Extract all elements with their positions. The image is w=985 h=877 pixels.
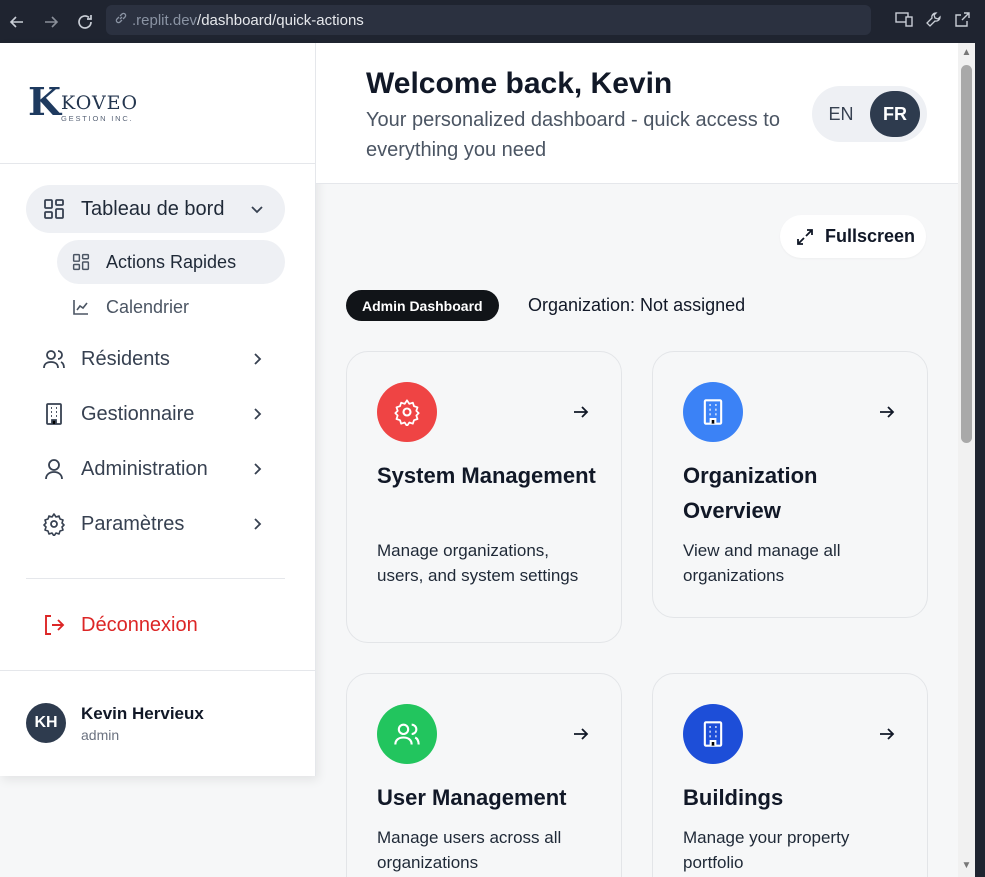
user-profile[interactable]: KH Kevin Hervieux admin xyxy=(26,703,204,743)
logo-subtitle: GESTION INC. xyxy=(61,114,134,123)
card-user-management[interactable]: User Management Manage users across all … xyxy=(346,673,622,877)
building-icon xyxy=(683,382,743,442)
chart-icon xyxy=(71,297,91,317)
avatar: KH xyxy=(26,703,66,743)
card-buildings[interactable]: Buildings Manage your property portfolio xyxy=(652,673,928,877)
address-bar[interactable]: .replit.dev/dashboard/quick-actions xyxy=(106,5,871,35)
logout-icon xyxy=(41,612,67,638)
card-title: Buildings xyxy=(683,785,784,810)
gear-icon xyxy=(41,511,67,537)
expand-icon xyxy=(795,227,815,247)
divider xyxy=(0,163,316,164)
nav-tableau-de-bord[interactable]: Tableau de bord xyxy=(26,185,285,233)
logo-letter: K xyxy=(28,79,61,124)
role-badge: Admin Dashboard xyxy=(346,290,499,321)
divider xyxy=(26,578,285,579)
scroll-down-icon[interactable]: ▼ xyxy=(961,861,972,871)
lang-en-button[interactable]: EN xyxy=(816,91,866,137)
arrow-right-icon xyxy=(574,406,589,418)
logout-button[interactable]: Déconnexion xyxy=(26,601,285,649)
nav-gestionnaire[interactable]: Gestionnaire xyxy=(26,390,285,438)
page-title: Welcome back, Kevin xyxy=(366,67,673,100)
user-name: Kevin Hervieux xyxy=(81,703,204,723)
dashboard-icon xyxy=(41,196,67,222)
nav-label: Gestionnaire xyxy=(81,402,195,425)
card-description: Manage organizations, users, and system … xyxy=(377,541,579,585)
scroll-up-icon[interactable]: ▲ xyxy=(961,48,972,58)
page-header: Welcome back, Kevin Your personalized da… xyxy=(316,43,958,184)
divider xyxy=(0,670,316,671)
nav-residents[interactable]: Résidents xyxy=(26,335,285,383)
chevron-right-icon xyxy=(254,518,262,530)
fullscreen-button[interactable]: Fullscreen xyxy=(780,215,926,258)
window-edge xyxy=(975,0,985,877)
logout-label: Déconnexion xyxy=(81,613,198,636)
lang-fr-button[interactable]: FR xyxy=(870,91,920,137)
nav-administration[interactable]: Administration xyxy=(26,445,285,493)
user-role: admin xyxy=(81,726,120,743)
chevron-right-icon xyxy=(254,408,262,420)
arrow-right-icon xyxy=(880,406,895,418)
subnav-label: Calendrier xyxy=(106,296,190,317)
browser-toolbar: .replit.dev/dashboard/quick-actions xyxy=(0,0,985,43)
nav-label: Administration xyxy=(81,457,208,480)
building-icon xyxy=(683,704,743,764)
card-title: User Management xyxy=(377,785,567,810)
subnav-actions-rapides[interactable]: Actions Rapides xyxy=(57,240,285,284)
nav-label: Tableau de bord xyxy=(81,197,225,220)
card-description: View and manage all organizations xyxy=(683,541,841,585)
fullscreen-label: Fullscreen xyxy=(825,226,916,246)
language-toggle: EN FR xyxy=(812,86,927,142)
users-icon xyxy=(377,704,437,764)
dashboard-icon xyxy=(71,252,91,272)
card-description: Manage users across all organizations xyxy=(377,828,562,872)
subnav-label: Actions Rapides xyxy=(106,251,237,272)
users-icon xyxy=(41,346,67,372)
scrollbar-thumb[interactable] xyxy=(961,65,972,443)
url-host: .replit.dev xyxy=(132,11,198,29)
forward-icon[interactable] xyxy=(34,0,68,43)
device-icon[interactable] xyxy=(895,11,913,32)
chevron-down-icon xyxy=(251,206,263,214)
reload-icon[interactable] xyxy=(68,0,102,43)
scrollbar[interactable]: ▲ ▼ xyxy=(958,43,975,877)
external-link-icon[interactable] xyxy=(954,11,971,33)
nav-label: Résidents xyxy=(81,347,170,370)
logo-name: KOVEO xyxy=(61,92,139,114)
gear-icon xyxy=(377,382,437,442)
arrow-right-icon xyxy=(574,728,589,740)
building-icon xyxy=(41,401,67,427)
back-icon[interactable] xyxy=(0,0,34,43)
user-icon xyxy=(41,456,67,482)
nav-label: Paramètres xyxy=(81,512,185,535)
card-organization-overview[interactable]: Organization Overview View and manage al… xyxy=(652,351,928,618)
card-title: System Management xyxy=(377,463,596,488)
card-system-management[interactable]: System Management Manage organizations, … xyxy=(346,351,622,643)
card-title: Organization Overview xyxy=(683,463,818,523)
wrench-icon[interactable] xyxy=(925,11,942,33)
link-icon xyxy=(114,11,128,29)
nav-parametres[interactable]: Paramètres xyxy=(26,500,285,548)
chevron-right-icon xyxy=(254,353,262,365)
chevron-right-icon xyxy=(254,463,262,475)
subnav-calendrier[interactable]: Calendrier xyxy=(57,285,285,329)
sidebar: K KOVEO GESTION INC. Tableau de bord Act… xyxy=(0,43,316,776)
organization-label: Organization: Not assigned xyxy=(528,295,746,315)
url-path: /dashboard/quick-actions xyxy=(197,11,364,29)
card-description: Manage your property portfolio xyxy=(683,828,850,872)
arrow-right-icon xyxy=(880,728,895,740)
page-subtitle: Your personalized dashboard - quick acce… xyxy=(366,109,780,161)
koveo-logo[interactable]: K KOVEO GESTION INC. xyxy=(28,79,139,124)
